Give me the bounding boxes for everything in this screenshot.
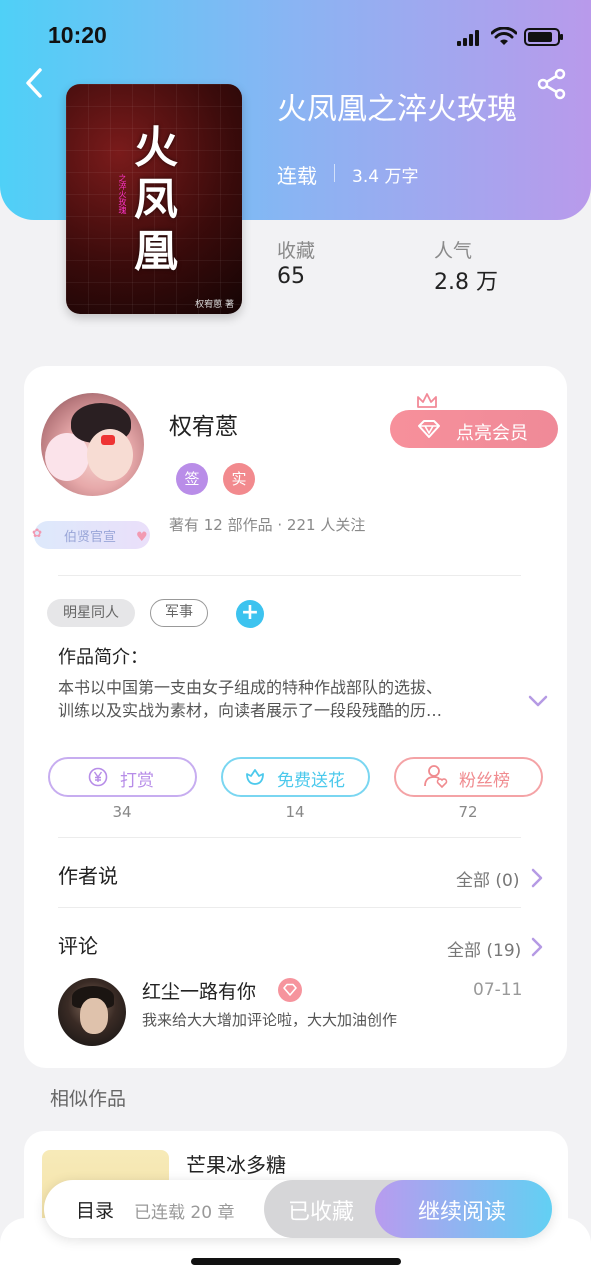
chevron-right-icon[interactable]: [530, 868, 544, 888]
similar-works-title: 相似作品: [50, 1088, 127, 1110]
verified-author-badge: 实: [223, 463, 255, 495]
chevron-right-icon[interactable]: [530, 937, 544, 957]
intro-line: 训练以及实战为素材，向读者展示了一段段残酷的历…: [58, 701, 443, 720]
stat-value-popularity: 2.8 万: [434, 270, 498, 295]
status-time: 10:20: [48, 22, 107, 48]
similar-work-name[interactable]: 芒果冰多糖: [186, 1149, 286, 1178]
collected-label: 已收藏: [288, 1200, 355, 1225]
stat-label-popularity: 人气: [434, 240, 473, 262]
comments-all-link[interactable]: 全部 (19): [447, 936, 521, 961]
crown-icon: [417, 393, 437, 408]
status-bar: 10:20: [0, 0, 591, 76]
cover-title: 火凤凰: [134, 122, 178, 277]
send-flower-label: 免费送花: [277, 771, 345, 791]
author-name[interactable]: 权宥蒽: [169, 407, 238, 441]
share-icon[interactable]: [536, 68, 568, 100]
tag-military[interactable]: 军事: [150, 599, 208, 627]
author-says-title: 作者说: [58, 864, 118, 888]
table-of-contents-button[interactable]: 目录: [76, 1196, 114, 1223]
commenter-avatar[interactable]: [58, 978, 126, 1046]
expand-chevron-down-icon[interactable]: [528, 694, 548, 708]
add-tag-button[interactable]: +: [236, 600, 264, 628]
fans-icon: [424, 765, 448, 789]
send-flower-count: 14: [285, 803, 305, 821]
comments-title: 评论: [58, 934, 98, 958]
author-meta: 著有 12 部作品 · 221 人关注: [169, 516, 366, 534]
commenter-name[interactable]: 红尘一路有你: [142, 977, 256, 1004]
author-avatar[interactable]: [41, 393, 144, 496]
comment-date: 07-11: [473, 980, 523, 1000]
intro-line: 本书以中国第一支由女子组成的特种作战部队的选拔、: [58, 678, 443, 697]
author-says-all-link[interactable]: 全部 (0): [456, 866, 519, 891]
fans-ranking-count: 72: [458, 803, 478, 821]
tip-label: 打赏: [120, 771, 154, 791]
tag-celebrity-fanfic[interactable]: 明星同人: [47, 599, 135, 627]
status-divider: [334, 164, 335, 182]
divider: [58, 575, 521, 576]
heart-icon: ♥: [136, 530, 148, 545]
author-title-badge-label: 伯贤官宣: [64, 530, 117, 545]
battery-icon: [524, 28, 563, 46]
continue-reading-label: 继续阅读: [418, 1200, 507, 1225]
tip-count: 34: [112, 803, 132, 821]
stat-label-favorites: 收藏: [277, 240, 316, 262]
book-word-count: 3.4 万字: [352, 167, 419, 187]
vip-diamond-badge: [278, 978, 302, 1002]
diamond-icon: [283, 983, 297, 996]
heart-icon: ✿: [32, 526, 43, 540]
signed-author-badge: 签: [176, 463, 208, 495]
light-vip-label: 点亮会员: [456, 423, 528, 444]
book-status: 连载: [277, 164, 317, 188]
wifi-icon: [491, 27, 517, 45]
divider: [58, 837, 521, 838]
cover-subtitle: 之淬火玫瑰: [118, 174, 127, 214]
diamond-icon: [418, 420, 440, 438]
book-cover[interactable]: 火凤凰 之淬火玫瑰 权宥蒽 著: [66, 84, 242, 314]
avatar-face: [80, 998, 108, 1034]
flower-icon: [246, 769, 264, 785]
divider: [58, 907, 521, 908]
avatar-bow: [101, 435, 115, 445]
intro-text: 本书以中国第一支由女子组成的特种作战部队的选拔、 训练以及实战为素材，向读者展示…: [58, 676, 510, 722]
intro-label: 作品简介：: [58, 647, 148, 668]
cellular-signal-icon: [457, 30, 483, 46]
book-title: 火凤凰之淬火玫瑰: [277, 92, 517, 127]
comment-text[interactable]: 我来给大大增加评论啦，大大加油创作: [142, 1009, 397, 1030]
home-indicator: [191, 1258, 401, 1265]
stat-value-favorites: 65: [277, 264, 305, 289]
back-arrow-icon[interactable]: [20, 66, 50, 100]
yen-icon: [88, 767, 108, 787]
chapter-count: 已连载 20 章: [134, 1203, 235, 1223]
cover-author: 权宥蒽 著: [195, 300, 234, 310]
fans-ranking-label: 粉丝榜: [459, 771, 510, 791]
